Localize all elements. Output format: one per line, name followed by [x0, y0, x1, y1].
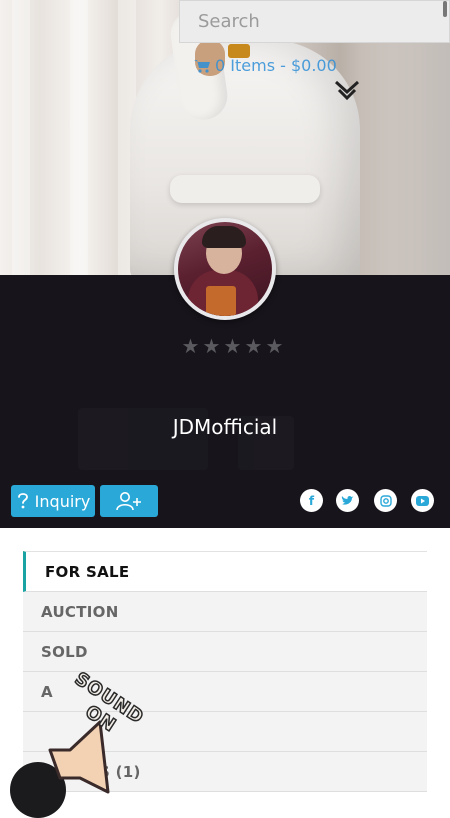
tab-label: FOR SALE: [45, 562, 130, 581]
youtube-glyph: [416, 495, 429, 506]
tab-label: SOLD: [41, 642, 88, 661]
curtain-fold: [70, 0, 88, 275]
avatar-hair: [202, 226, 246, 248]
twitter-bird: [341, 495, 354, 505]
tab-sold[interactable]: SOLD: [23, 632, 427, 672]
avatar-chair: [206, 286, 236, 316]
question-icon: [17, 493, 28, 509]
instagram-icon[interactable]: [374, 489, 397, 512]
tab-label: AUCTION: [41, 602, 119, 621]
follow-button[interactable]: [100, 485, 158, 517]
facebook-icon[interactable]: f: [300, 489, 323, 512]
profile-username: JDMofficial: [172, 415, 278, 439]
star-icon: ★: [202, 334, 221, 358]
star-icon: ★: [181, 334, 200, 358]
cart-link[interactable]: 0 Items - $0.00: [194, 56, 337, 75]
inquiry-button[interactable]: Inquiry: [11, 485, 95, 517]
star-icon: ★: [265, 334, 284, 358]
twitter-icon[interactable]: [336, 489, 359, 512]
star-icon: ★: [244, 334, 263, 358]
tab-auction[interactable]: AUCTION: [23, 592, 427, 632]
tab-6[interactable]: S (1): [23, 752, 427, 792]
avatar[interactable]: [174, 218, 276, 320]
facebook-glyph: f: [308, 493, 315, 508]
chat-fab[interactable]: [10, 762, 66, 818]
inquiry-label: Inquiry: [34, 491, 91, 511]
search-input[interactable]: [180, 1, 449, 42]
instagram-glyph: [379, 494, 392, 507]
curtain-fold: [12, 0, 30, 275]
rating-stars: ★ ★ ★ ★ ★: [181, 334, 284, 358]
shopping-cart-icon: [194, 59, 210, 73]
youtube-icon[interactable]: [411, 489, 434, 512]
cart-summary: 0 Items - $0.00: [215, 56, 337, 75]
tab-for-sale[interactable]: FOR SALE: [23, 551, 427, 592]
cover-belt: [170, 175, 320, 203]
search-box[interactable]: [179, 0, 450, 43]
user-plus-icon: [116, 492, 141, 511]
star-icon: ★: [223, 334, 242, 358]
search-scrollbar[interactable]: [443, 1, 447, 17]
uniform-patch-icon: [334, 80, 360, 100]
